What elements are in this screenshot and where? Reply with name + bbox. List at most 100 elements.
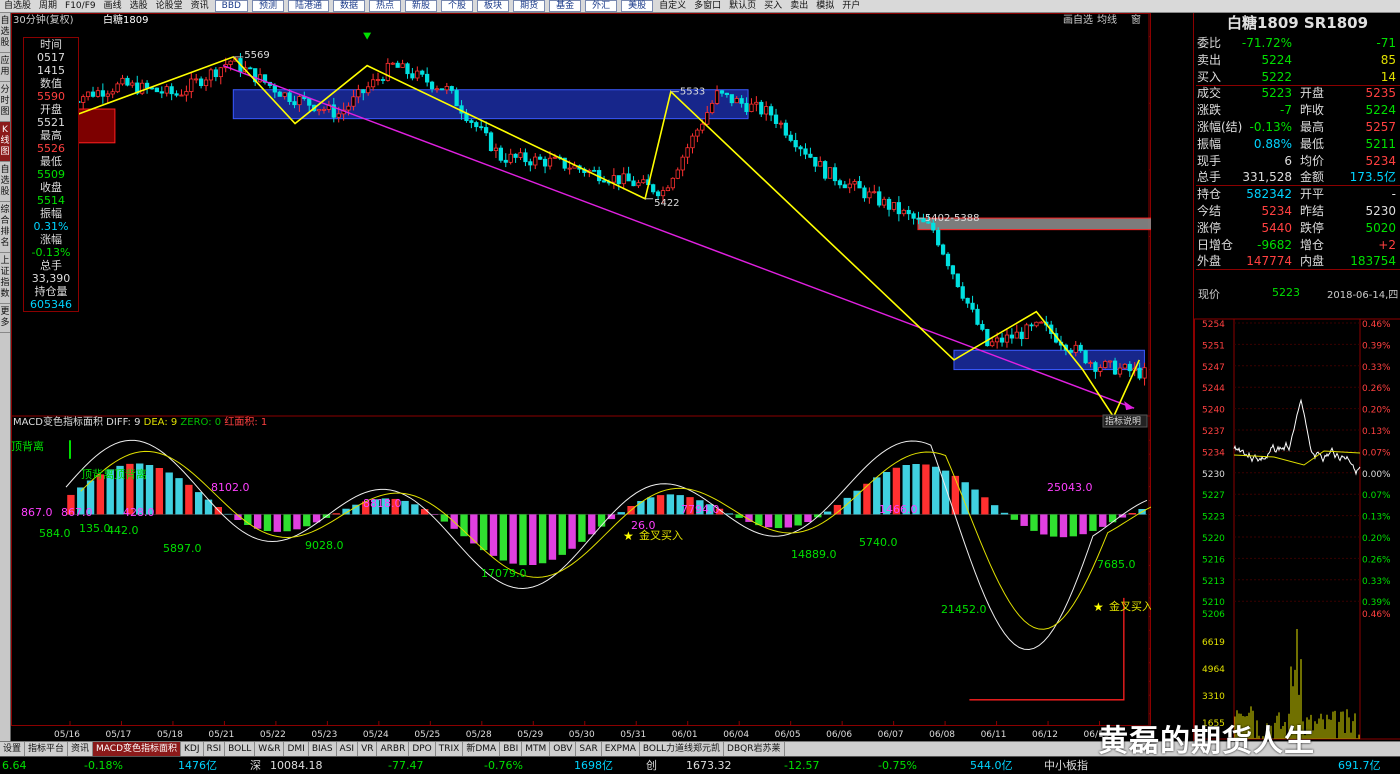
candle-body [848, 184, 851, 188]
top-menu-2[interactable]: F10/F9 [61, 0, 100, 12]
candle-body [642, 180, 645, 183]
top-menu-6[interactable]: 资讯 [187, 0, 213, 12]
indicator-tab-11[interactable]: VR [358, 742, 377, 756]
indicator-tab-7[interactable]: W&R [255, 742, 284, 756]
top-button-5[interactable]: 新股 [405, 0, 437, 12]
candle-body [548, 158, 551, 166]
top-right-0[interactable]: 自定义 [655, 0, 690, 12]
indicator-tab-6[interactable]: BOLL [225, 742, 255, 756]
top-right-6[interactable]: 开户 [838, 0, 864, 12]
info-value-6: 5514 [24, 194, 78, 207]
x-tick-label: 06/04 [723, 730, 749, 740]
top-button-10[interactable]: 外汇 [585, 0, 617, 12]
top-button-6[interactable]: 个股 [441, 0, 473, 12]
indicator-tab-9[interactable]: BIAS [309, 742, 337, 756]
indicator-tab-15[interactable]: 新DMA [463, 742, 500, 756]
x-tick-label: 06/11 [981, 730, 1007, 740]
indicator-tab-1[interactable]: 指标平台 [25, 742, 68, 756]
top-button-3[interactable]: 数据 [333, 0, 365, 12]
candle-body [499, 148, 502, 160]
top-menu-0[interactable]: 自选股 [0, 0, 35, 12]
candle-body [1123, 364, 1126, 368]
candle-body [907, 210, 910, 213]
top-right-1[interactable]: 多窗口 [690, 0, 725, 12]
intraday-mini-chart[interactable]: 52540.46%52510.39%52470.33%52440.26%5240… [1194, 305, 1400, 741]
top-button-8[interactable]: 期货 [513, 0, 545, 12]
top-button-7[interactable]: 板块 [477, 0, 509, 12]
left-tab-6[interactable]: 上证指数 [0, 253, 10, 304]
indicator-tab-19[interactable]: SAR [576, 742, 601, 756]
top-button-0[interactable]: BBD [215, 0, 248, 12]
indicator-tab-4[interactable]: KDJ [181, 742, 204, 756]
left-tab-0[interactable]: 自选股 [0, 13, 10, 53]
left-tab-2[interactable]: 分时图 [0, 82, 10, 122]
candle-body [376, 80, 379, 81]
candle-body [381, 80, 384, 81]
indicator-tab-0[interactable]: 设置 [0, 742, 25, 756]
top-button-4[interactable]: 热点 [369, 0, 401, 12]
top-menu-1[interactable]: 周期 [35, 0, 61, 12]
indicator-tab-10[interactable]: ASI [337, 742, 359, 756]
annotation-p1: 5569 [244, 50, 269, 61]
quote-value-12: -9682 [1257, 237, 1292, 253]
top-button-9[interactable]: 基金 [549, 0, 581, 12]
indicator-tab-3[interactable]: MACD变色指标面积 [93, 742, 181, 756]
top-menu-5[interactable]: 论股堂 [152, 0, 187, 12]
indicator-tab-2[interactable]: 资讯 [68, 742, 93, 756]
candle-body [966, 298, 969, 303]
top-button-1[interactable]: 预测 [252, 0, 284, 12]
chart-svg[interactable]: 30分钟(复权)白糖1809画自选均线窗55905521545253835314… [11, 13, 1151, 741]
annotation-p3: 5422 [654, 198, 679, 209]
quote-value-7: 6 [1284, 153, 1292, 169]
candle-body [651, 185, 654, 192]
top-menu-3[interactable]: 画线 [100, 0, 126, 12]
indicator-tab-16[interactable]: BBI [500, 742, 522, 756]
indicator-tab-21[interactable]: BOLL力道线郑元凯 [640, 742, 724, 756]
candle-body [833, 168, 836, 181]
quote-label-11: 涨停 [1197, 220, 1221, 236]
candle-body [1020, 332, 1023, 338]
mini-pct-tick: 0.00% [1362, 470, 1391, 480]
kline-chart-area[interactable]: 30分钟(复权)白糖1809画自选均线窗55905521545253835314… [11, 13, 1151, 741]
mini-price-bottom: 5206 [1202, 610, 1225, 620]
indicator-tab-5[interactable]: RSI [204, 742, 226, 756]
info-value-5: 5509 [24, 168, 78, 181]
quote-value-6: 0.88% [1254, 136, 1292, 152]
left-tab-1[interactable]: 应用 [0, 53, 10, 82]
info-value-7: 0.31% [24, 220, 78, 233]
top-menubar: 自选股周期F10/F9画线选股论股堂资讯BBD 预测陆港通数据热点新股个股板块期货… [0, 0, 1400, 13]
info-value-4: 5526 [24, 142, 78, 155]
macd-label-12: 17079.0 [481, 567, 527, 580]
top-right-4[interactable]: 卖出 [786, 0, 812, 12]
indicator-tab-13[interactable]: DPO [409, 742, 435, 756]
indicator-tab-22[interactable]: DBQR岩苏莱 [724, 742, 784, 756]
top-right-5[interactable]: 模拟 [812, 0, 838, 12]
left-tab-4[interactable]: 自选股 [0, 162, 10, 202]
top-menu-4[interactable]: 选股 [126, 0, 152, 12]
candle-body [121, 78, 124, 84]
left-tab-7[interactable]: 更多 [0, 304, 10, 333]
top-button-2[interactable]: 陆港通 [288, 0, 329, 12]
top-right-3[interactable]: 买入 [760, 0, 786, 12]
top-right-2[interactable]: 默认页 [725, 0, 760, 12]
left-tab-5[interactable]: 综合排名 [0, 202, 10, 253]
top-button-11[interactable]: 美股 [621, 0, 653, 12]
indicator-tab-8[interactable]: DMI [284, 742, 308, 756]
indicator-tab-17[interactable]: MTM [522, 742, 550, 756]
indicator-tab-18[interactable]: OBV [550, 742, 576, 756]
candle-body [484, 127, 487, 132]
indicator-tab-12[interactable]: ARBR [377, 742, 409, 756]
indicator-tab-20[interactable]: EXPMA [602, 742, 640, 756]
candle-body [273, 85, 276, 92]
candle-body [991, 342, 994, 346]
candle-body [936, 230, 939, 245]
mini-price-tick: 5227 [1202, 491, 1225, 501]
quote-value2-9: - [1392, 186, 1396, 202]
status-item-2: 1476亿 [178, 758, 217, 773]
left-tab-3[interactable]: K线图 [0, 122, 10, 162]
indicator-tab-14[interactable]: TRIX [436, 742, 464, 756]
x-tick-label: 06/07 [878, 730, 904, 740]
quote-row-8: 总手331,528金额173.5亿 [1196, 169, 1400, 186]
info-key-8: 涨幅 [24, 233, 78, 246]
x-tick-label: 05/31 [620, 730, 646, 740]
